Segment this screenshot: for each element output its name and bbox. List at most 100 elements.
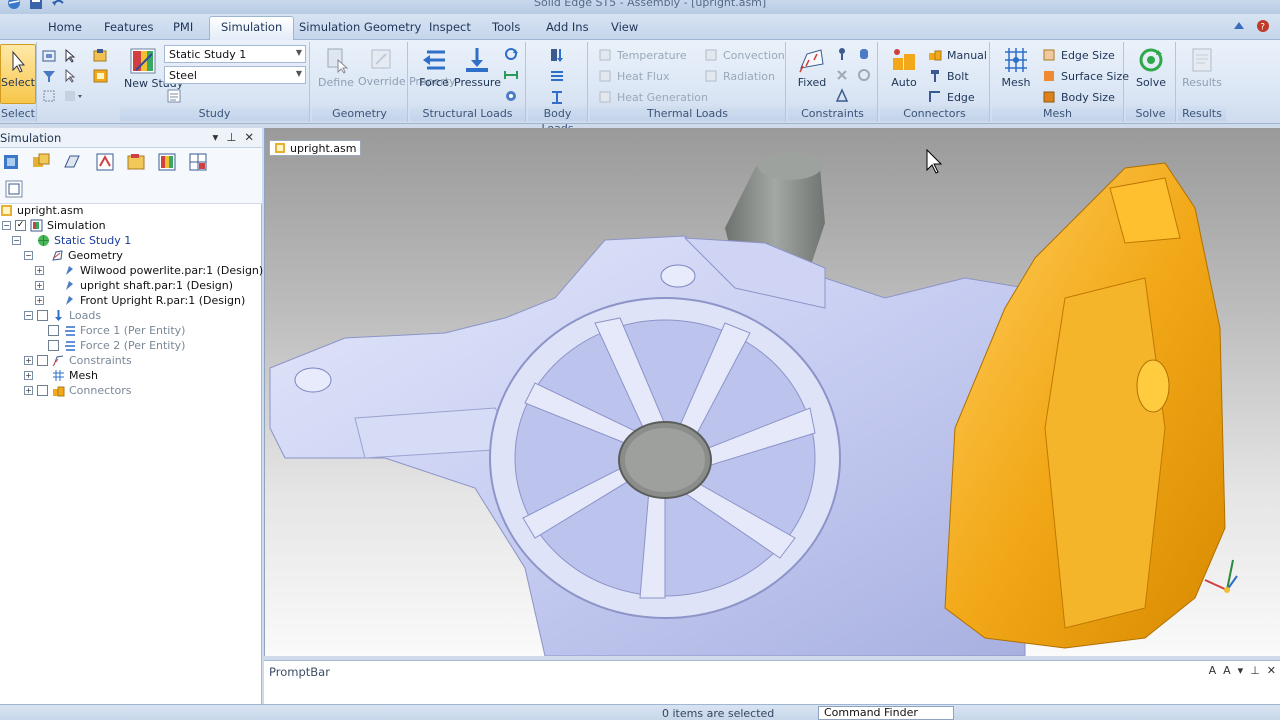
remote-load-icon[interactable] [502, 88, 520, 104]
save-icon[interactable] [28, 0, 44, 10]
grid-icon[interactable] [188, 152, 208, 172]
gravity-icon[interactable] [548, 46, 566, 64]
bolt-connector-button[interactable]: Bolt [928, 69, 969, 83]
mesh-button[interactable]: Mesh [996, 46, 1036, 89]
collapse-icon[interactable]: − [24, 251, 33, 260]
zoom-area-icon[interactable] [41, 88, 57, 104]
tree-geo-item[interactable]: + Wilwood powerlite.par:1 (Design) [35, 263, 263, 278]
study-select[interactable]: Static Study 1 ▼ [164, 45, 306, 63]
app-logo-icon[interactable] [6, 0, 22, 10]
pressure-button[interactable]: Pressure [454, 46, 501, 89]
edge-size-button[interactable]: Edge Size [1042, 48, 1115, 62]
tree-constraints[interactable]: + Constraints [24, 353, 132, 368]
help-icon[interactable]: ? [1256, 19, 1270, 33]
expand-icon[interactable]: + [24, 386, 33, 395]
tree-geo-item[interactable]: + Front Upright R.par:1 (Design) [35, 293, 245, 308]
pathfinder-icon[interactable] [2, 152, 22, 172]
select-options-icon[interactable] [63, 68, 79, 84]
temperature-button[interactable]: Temperature [598, 48, 687, 62]
document-tab[interactable]: upright.asm [269, 140, 362, 156]
load-checkbox[interactable] [48, 340, 59, 351]
fixed-button[interactable]: Fixed [792, 46, 832, 89]
select-dropdown-icon[interactable] [63, 88, 85, 104]
results-button[interactable]: Results [1180, 46, 1224, 89]
dropdown-icon[interactable]: ▾ [1238, 664, 1244, 677]
define-button[interactable]: Define [316, 46, 356, 89]
edge-connector-button[interactable]: Edge [928, 90, 975, 104]
convection-button[interactable]: Convection [704, 48, 785, 62]
body-size-button[interactable]: Body Size [1042, 90, 1115, 104]
collapse-icon[interactable]: − [12, 236, 21, 245]
expand-tree-icon[interactable] [4, 179, 24, 199]
collapse-icon[interactable]: − [2, 221, 11, 230]
acceleration-icon[interactable] [548, 67, 566, 85]
show-parts-icon[interactable] [92, 68, 110, 84]
solve-button[interactable]: Solve [1128, 46, 1174, 89]
expand-icon[interactable]: + [35, 281, 44, 290]
no-rotation-icon[interactable] [834, 67, 850, 83]
feature-library-icon[interactable] [126, 152, 146, 172]
torque-icon[interactable] [502, 46, 520, 62]
constraints-checkbox[interactable] [37, 355, 48, 366]
assembly-icon[interactable] [62, 152, 82, 172]
tree-load-item[interactable]: Force 1 (Per Entity) [48, 323, 185, 338]
override-property-button[interactable]: Override Property [358, 46, 456, 88]
heat-generation-button[interactable]: Heat Generation [598, 90, 708, 104]
layers-icon[interactable] [31, 152, 51, 172]
close-icon[interactable]: ✕ [244, 130, 254, 144]
font-size-small-icon[interactable]: A [1223, 664, 1231, 677]
filter-icon[interactable] [41, 68, 57, 84]
load-checkbox[interactable] [48, 325, 59, 336]
select-button[interactable]: Select [0, 44, 36, 104]
expand-icon[interactable]: + [24, 371, 33, 380]
tab-features[interactable]: Features [104, 20, 153, 34]
tab-tools[interactable]: Tools [492, 20, 520, 34]
roller-icon[interactable] [856, 67, 872, 83]
cylindrical-icon[interactable] [856, 46, 872, 62]
graphics-viewport[interactable]: upright.asm [264, 128, 1280, 656]
command-finder-input[interactable]: Command Finder [818, 706, 954, 720]
tab-simulation-geometry[interactable]: Simulation Geometry [299, 20, 421, 34]
collapse-icon[interactable]: − [24, 311, 33, 320]
simulation-checkbox[interactable]: ✓ [15, 220, 26, 231]
tab-pmi[interactable]: PMI [173, 20, 193, 34]
tree-geometry[interactable]: − Geometry [24, 248, 123, 263]
surface-size-button[interactable]: Surface Size [1042, 69, 1129, 83]
material-select[interactable]: Steel ▼ [164, 66, 306, 84]
auto-connector-button[interactable]: Auto [884, 46, 924, 89]
tree-root[interactable]: upright.asm [0, 203, 83, 218]
pin-icon[interactable]: ⊥ [1250, 664, 1260, 677]
upright-assembly-model[interactable] [265, 128, 1280, 656]
tree-mesh[interactable]: + Mesh [24, 368, 98, 383]
tree-simulation[interactable]: − ✓ Simulation [2, 218, 106, 233]
expand-icon[interactable]: + [35, 296, 44, 305]
tree-load-item[interactable]: Force 2 (Per Entity) [48, 338, 185, 353]
tree-study[interactable]: − Static Study 1 [12, 233, 131, 248]
pinned-icon[interactable] [834, 46, 850, 62]
radiation-button[interactable]: Radiation [704, 69, 775, 83]
heat-flux-button[interactable]: Heat Flux [598, 69, 669, 83]
options-icon[interactable] [1232, 19, 1246, 33]
font-size-icon[interactable]: A [1209, 664, 1217, 677]
attach-icon[interactable] [92, 48, 110, 64]
tab-simulation[interactable]: Simulation [209, 16, 295, 40]
manual-connector-button[interactable]: Manual [928, 48, 987, 62]
tab-home[interactable]: Home [48, 20, 82, 34]
select-tools-icon[interactable] [95, 152, 115, 172]
loads-checkbox[interactable] [37, 310, 48, 321]
angular-velocity-icon[interactable] [548, 88, 566, 106]
tree-connectors[interactable]: + Connectors [24, 383, 131, 398]
new-study-button[interactable]: New Study [124, 46, 183, 90]
symmetry-icon[interactable] [834, 88, 850, 104]
undo-icon[interactable] [50, 0, 66, 10]
expand-icon[interactable]: + [24, 356, 33, 365]
connectors-checkbox[interactable] [37, 385, 48, 396]
expand-icon[interactable]: + [35, 266, 44, 275]
force-button[interactable]: Force [414, 46, 454, 89]
tab-view[interactable]: View [611, 20, 638, 34]
pin-icon[interactable]: ⊥ [226, 130, 236, 144]
quickpick-icon[interactable] [41, 48, 57, 64]
simulation-results-icon[interactable] [157, 152, 177, 172]
tree-loads[interactable]: − Loads [24, 308, 101, 323]
close-icon[interactable]: ✕ [1267, 664, 1276, 677]
